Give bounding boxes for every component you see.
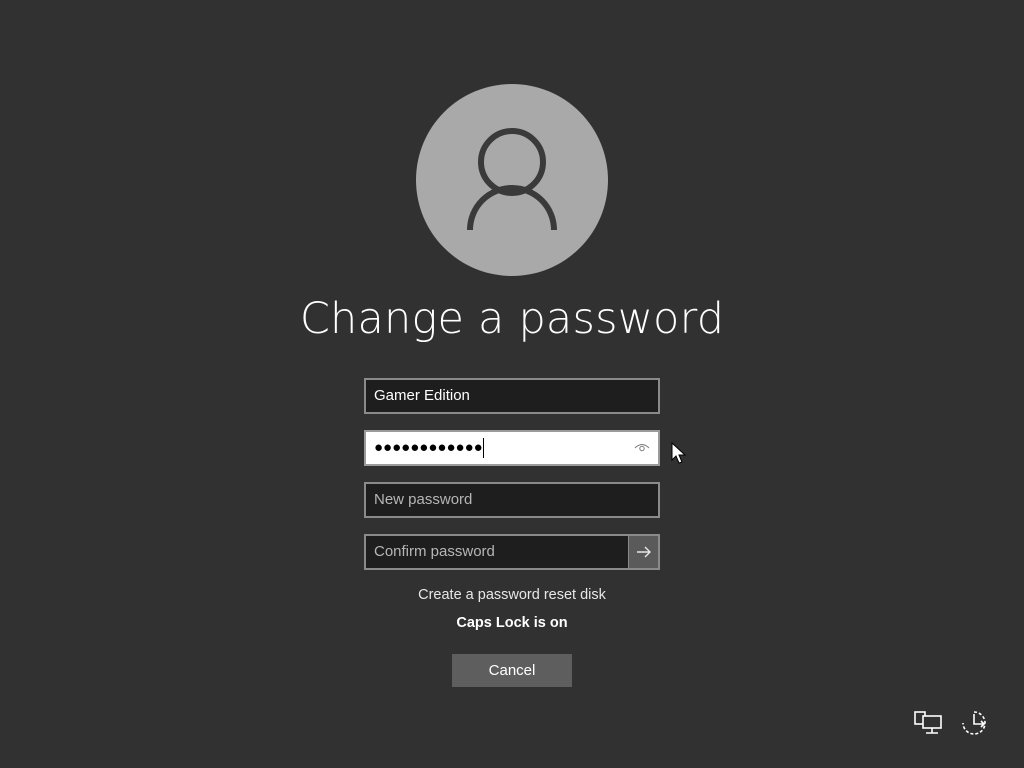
new-password-placeholder: New password (374, 491, 473, 508)
eye-icon[interactable] (634, 441, 650, 455)
page-title: Change a password (299, 294, 725, 344)
text-caret (483, 438, 484, 458)
submit-button[interactable] (628, 536, 658, 568)
username-field[interactable]: Gamer Edition (364, 378, 660, 414)
caps-lock-status: Caps Lock is on (456, 615, 568, 631)
current-password-mask: ●●●●●●●●●●●● (374, 439, 483, 456)
arrow-right-icon (637, 546, 651, 558)
mouse-cursor-icon (671, 442, 687, 464)
confirm-password-placeholder: Confirm password (374, 543, 495, 560)
change-password-screen: Change a password Gamer Edition ●●●●●●●●… (0, 0, 1024, 768)
username-value: Gamer Edition (374, 387, 470, 404)
reset-disk-link[interactable]: Create a password reset disk (0, 587, 1024, 603)
network-icon[interactable] (912, 708, 944, 738)
accessibility-power-icon[interactable] (958, 708, 990, 738)
user-silhouette-icon (467, 128, 557, 231)
current-password-field[interactable]: ●●●●●●●●●●●● (364, 430, 660, 466)
cancel-button[interactable]: Cancel (452, 654, 572, 687)
new-password-field[interactable]: New password (364, 482, 660, 518)
user-avatar (416, 84, 608, 276)
confirm-password-field[interactable]: Confirm password (364, 534, 660, 570)
